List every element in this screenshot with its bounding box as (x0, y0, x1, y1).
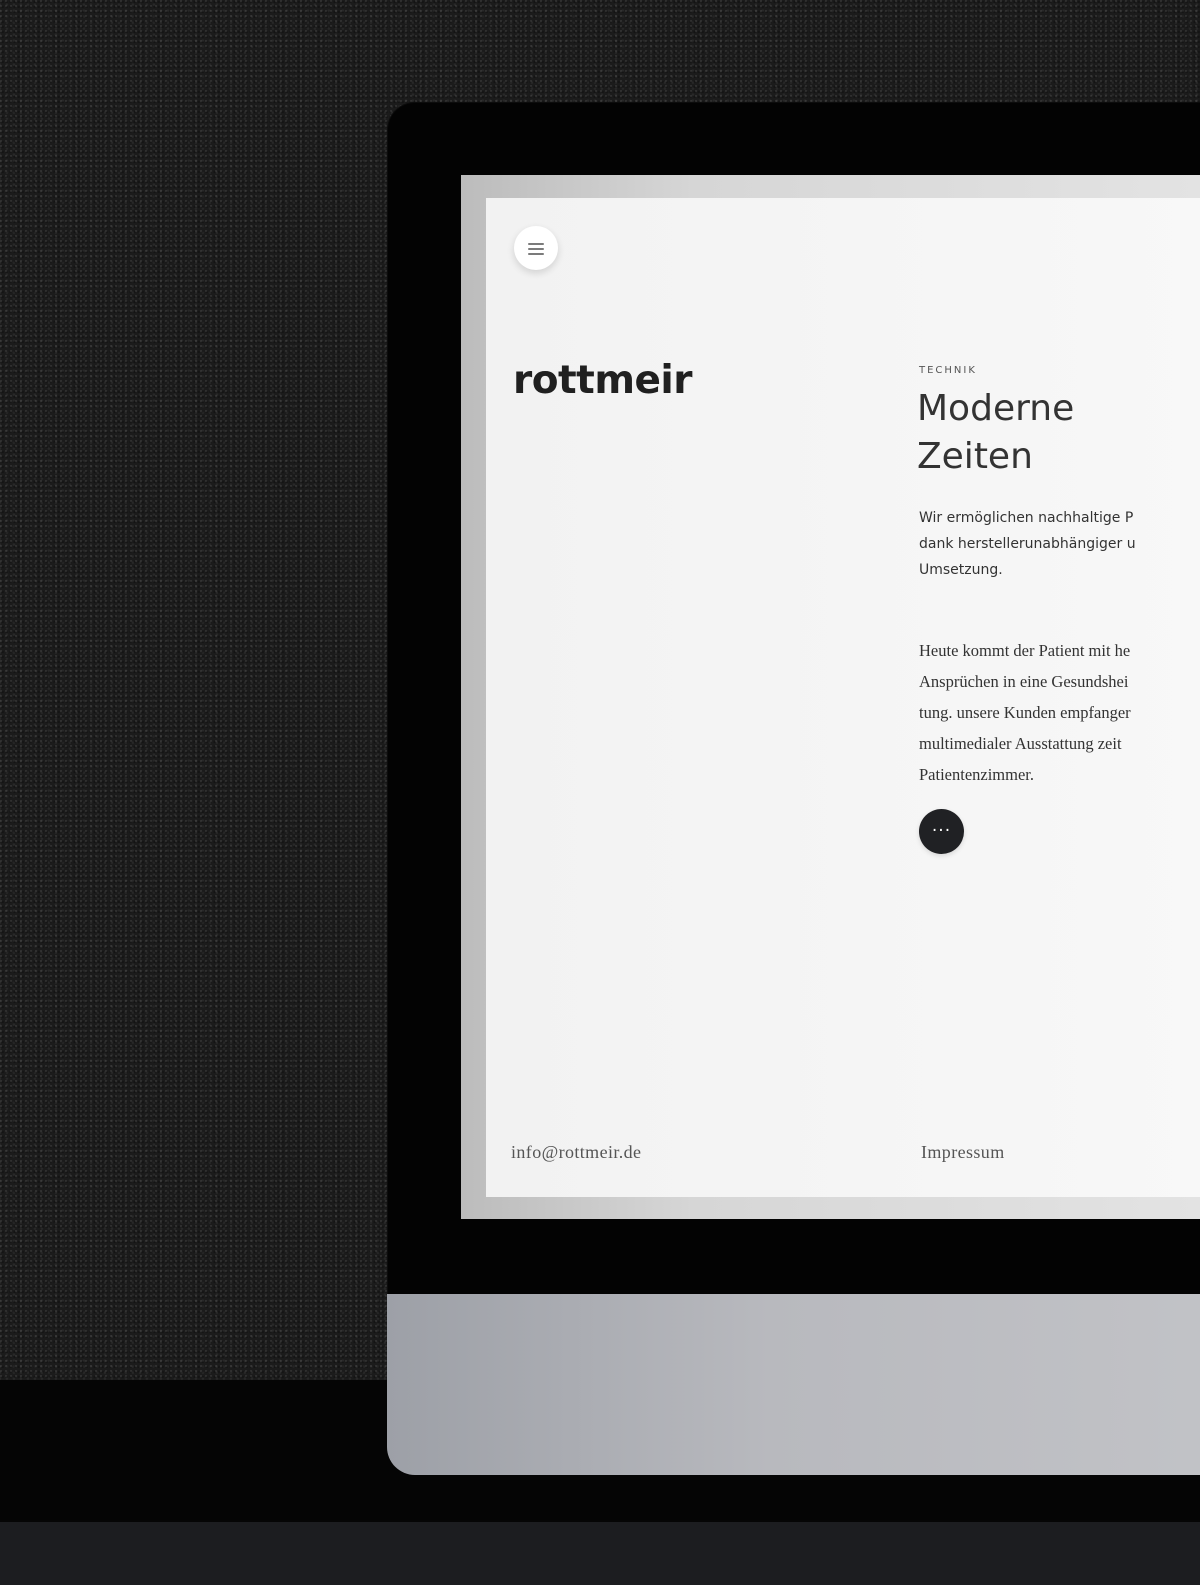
hamburger-icon (528, 242, 544, 255)
more-button[interactable]: ··· (919, 809, 964, 854)
faint-navigation (924, 217, 1144, 262)
lead-paragraph: Wir ermöglichen nachhaltige P dank herst… (919, 510, 1136, 578)
section-eyebrow: TECHNIK (919, 365, 977, 376)
bottom-strip (0, 1522, 1200, 1585)
desktop-monitor: rottmeir TECHNIK Moderne Zeiten Wir ermö… (387, 102, 1200, 1475)
body-paragraph: Heute kommt der Patient mit he Ansprüche… (919, 641, 1131, 784)
footer-impressum-link[interactable]: Impressum (921, 1142, 1005, 1163)
page-title: Moderne Zeiten (917, 388, 1075, 477)
footer-email-link[interactable]: info@rottmeir.de (511, 1142, 641, 1163)
monitor-chin (387, 1294, 1200, 1475)
technology-content: TECHNIK Moderne Zeiten Wir ermöglichen n… (917, 365, 1200, 854)
photo-background: rottmeir TECHNIK Moderne Zeiten Wir ermö… (0, 0, 1200, 1585)
website-screen: rottmeir TECHNIK Moderne Zeiten Wir ermö… (486, 198, 1200, 1197)
rottmeir-logo[interactable]: rottmeir (513, 358, 693, 403)
display-frame: rottmeir TECHNIK Moderne Zeiten Wir ermö… (461, 175, 1200, 1219)
menu-button[interactable] (514, 226, 558, 270)
